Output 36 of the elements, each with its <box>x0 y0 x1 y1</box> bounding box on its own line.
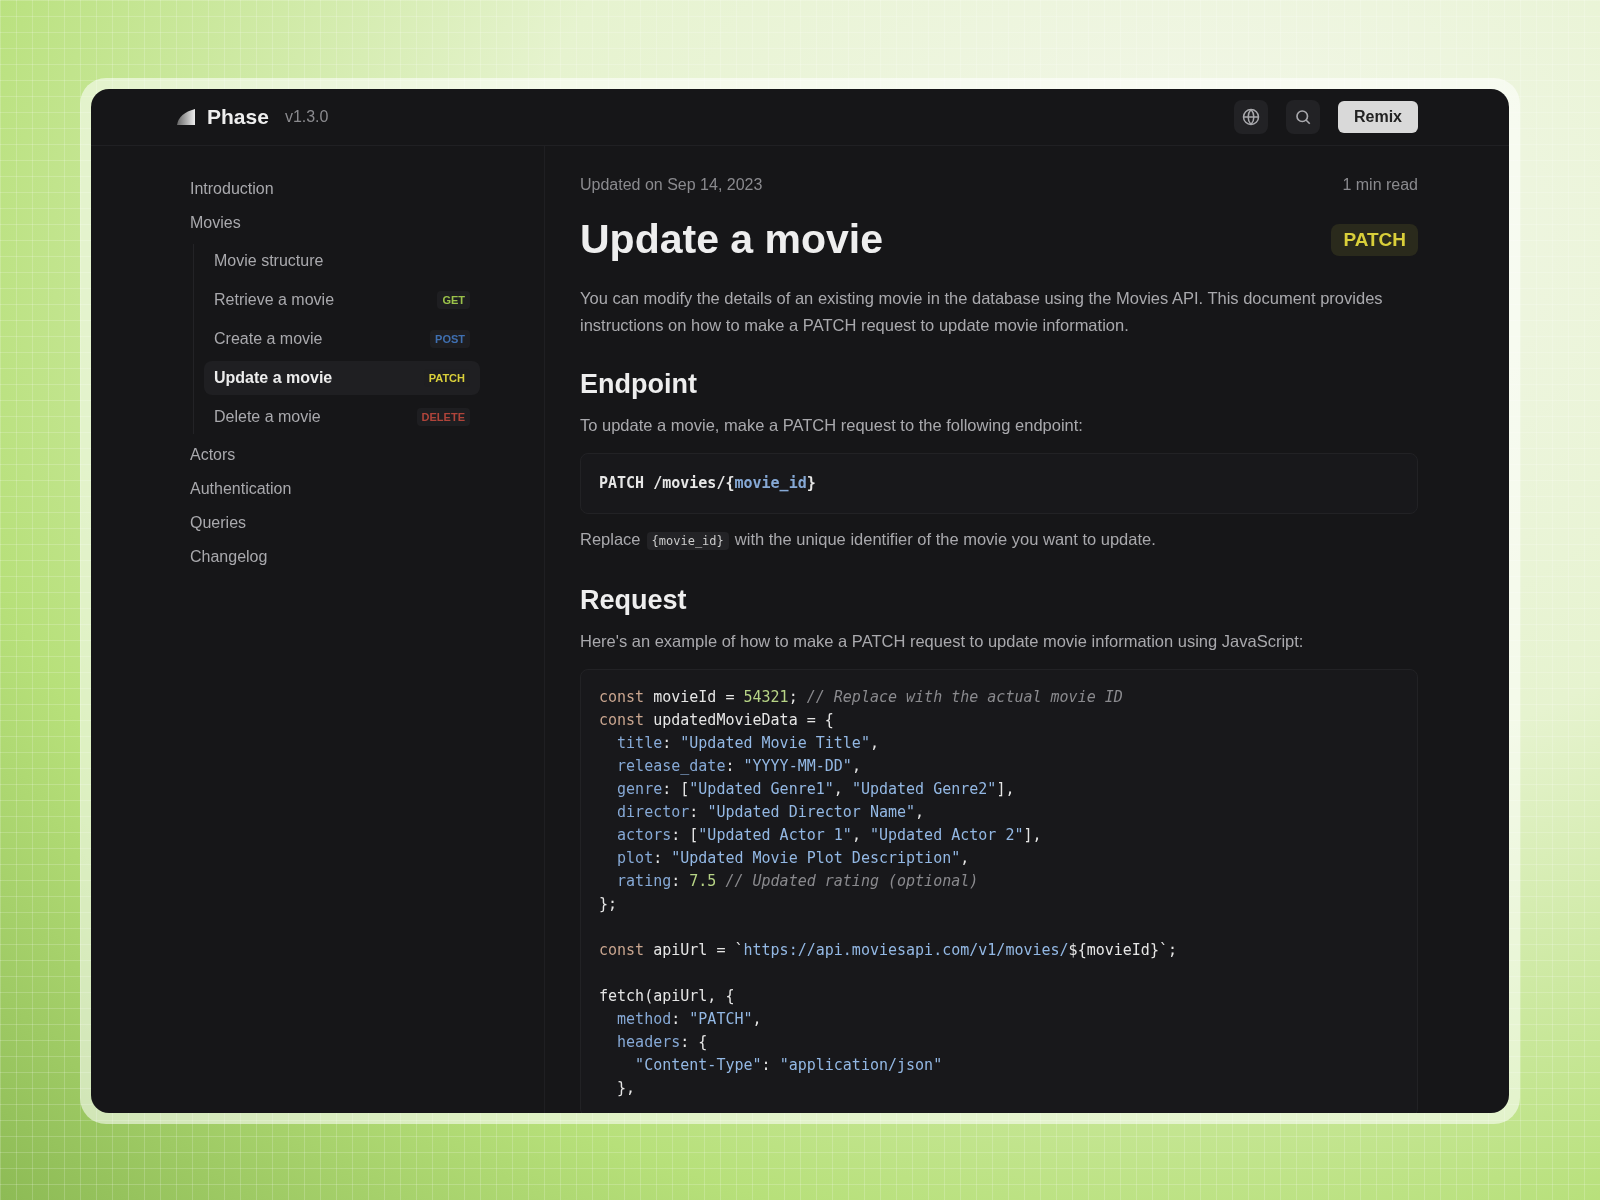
intro-paragraph: You can modify the details of an existing movie in the database using the Movies API. This document provides instructions on how to make a PATCH request to update movie information. <box>580 288 1384 336</box>
section-heading: Endpoint <box>580 369 698 400</box>
nav-item[interactable]: Authentication <box>190 472 480 506</box>
section-text: To update a movie, make a PATCH request to the following endpoint: <box>580 415 1084 436</box>
section-text: Here's an example of how to make a PATCH request to update movie information using JavaScript: <box>580 631 1305 652</box>
method-badge: GET <box>437 291 470 309</box>
language-button[interactable] <box>1233 100 1268 134</box>
replace-text: Replace <box>580 530 641 548</box>
page-title: Update a movie <box>580 216 884 263</box>
nav-item[interactable]: Delete a movie DELETE <box>204 400 480 434</box>
nav-item[interactable]: Create a movie POST <box>204 322 480 356</box>
brand-name: Phase <box>207 105 269 129</box>
nav-item[interactable]: Queries <box>190 506 480 540</box>
method-badge: POST <box>430 330 470 348</box>
remix-button[interactable]: Remix <box>1337 101 1418 133</box>
logo-icon <box>177 109 195 125</box>
search-icon <box>1293 108 1312 126</box>
nav-item[interactable]: Introduction <box>190 172 480 206</box>
nav-item[interactable]: Actors <box>190 438 480 472</box>
endpoint-code-block: PATCH /movies/{movie_id} <box>580 453 1418 514</box>
method-badge: DELETE <box>416 408 470 426</box>
nav-item[interactable]: Movie structure <box>204 244 480 278</box>
inline-code: {movie_id} <box>646 532 729 550</box>
nav-item[interactable]: Retrieve a movie GET <box>204 283 480 317</box>
version-label: v1.3.0 <box>284 108 329 126</box>
read-time: 1 min read <box>1342 176 1418 194</box>
nav-item[interactable]: Movies <box>190 206 480 240</box>
code-block: const movieId = 54321; // Replace with the actual movie ID const updatedMovieData = { title: "Updated Movie Title", release_date: "YYYY-MM-DD", genre: ["Updated Genre1", "Updated Genre2"], director: "Updated Director Name", actors: ["Updated Actor 1", "Updated Actor 2"], plot: "Updated Movie Plot Description", rating: 7.5 // Updated rating (optional) }; const apiUrl = `https://api.moviesapi.com/v1/movies/${movieId}`; fetch(apiUrl, { method: "PATCH", headers: { "Content-Type": "application/json" }, <box>580 669 1418 1113</box>
method-badge: PATCH <box>1331 223 1418 256</box>
nav-item[interactable]: Changelog <box>190 540 480 574</box>
globe-icon <box>1241 108 1260 126</box>
section-heading: Request <box>580 585 688 616</box>
search-button[interactable] <box>1285 100 1320 134</box>
nav-item[interactable]: Update a movie PATCH <box>204 361 480 395</box>
replace-text: with the unique identifier of the movie you want to update. <box>734 530 1156 548</box>
updated-date: Updated on Sep 14, 2023 <box>580 176 763 194</box>
